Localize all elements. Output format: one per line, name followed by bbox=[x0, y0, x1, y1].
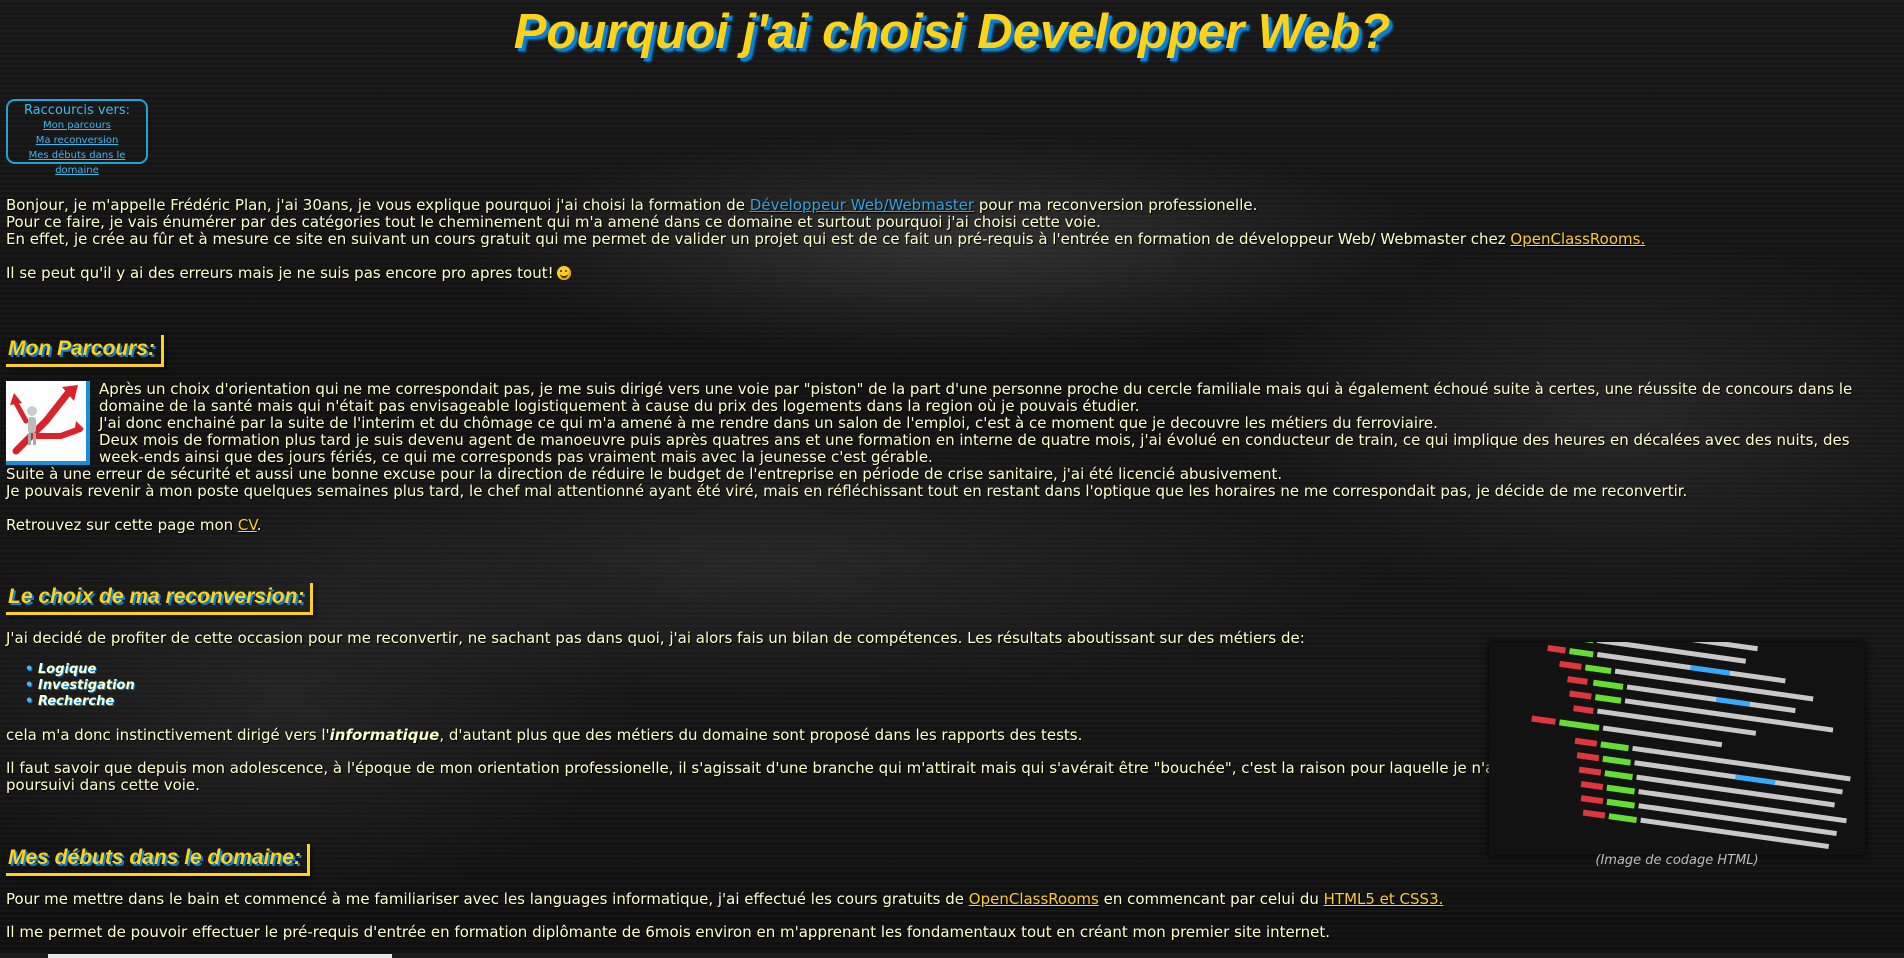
developpeur-web-link[interactable]: Développeur Web/Webmaster bbox=[750, 196, 974, 214]
debuts-paragraph-1: Pour me mettre dans le bain et commencé … bbox=[6, 890, 1444, 908]
reconversion-paragraph-3-line-1: Il faut savoir que depuis mon adolescenc… bbox=[6, 759, 1530, 777]
openclassrooms-link[interactable]: OpenClassRooms. bbox=[1510, 230, 1645, 248]
image-caption: (Image de codage HTML) bbox=[1595, 853, 1759, 868]
shortcut-link-debuts[interactable]: Mes débuts dans le domaine bbox=[8, 148, 146, 178]
reconversion-paragraph-2: cela m'a donc instinctivement dirigé ver… bbox=[6, 726, 1083, 744]
list-item: Recherche bbox=[25, 694, 135, 710]
career-choice-image bbox=[6, 381, 90, 465]
code-screen-illustration bbox=[1489, 642, 1865, 855]
parcours-paragraph-4: Suite à une erreur de sécurité et aussi … bbox=[6, 465, 1283, 483]
intro-line-2: Pour ce faire, je vais énumérer par des … bbox=[6, 213, 1101, 231]
page-title: Pourquoi j'ai choisi Developper Web? bbox=[513, 5, 1391, 59]
shortcut-link-parcours[interactable]: Mon parcours bbox=[8, 118, 146, 133]
cv-line: Retrouvez sur cette page mon CV. bbox=[6, 516, 262, 534]
shortcuts-box: Raccourcis vers: Mon parcours Ma reconve… bbox=[6, 99, 148, 176]
list-item: Investigation bbox=[25, 678, 135, 694]
section-heading-debuts: Mes débuts dans le domaine: bbox=[6, 844, 310, 876]
cv-link[interactable]: CV bbox=[238, 516, 257, 534]
parcours-paragraph-3: Deux mois de formation plus tard je suis… bbox=[99, 431, 1850, 466]
openclassrooms-course-link[interactable]: OpenClassRooms bbox=[969, 890, 1099, 908]
debuts-paragraph-2: Il me permet de pouvoir effectuer le pré… bbox=[6, 923, 1331, 941]
html-code-image bbox=[1489, 642, 1865, 855]
shortcuts-heading: Raccourcis vers: bbox=[23, 103, 131, 118]
skills-list: Logique Investigation Recherche bbox=[24, 662, 135, 710]
arrows-figure-icon bbox=[6, 381, 86, 461]
parcours-paragraph-1: Après un choix d'orientation qui ne me c… bbox=[99, 380, 1853, 415]
reconversion-paragraph-1: J'ai decidé de profiter de cette occasio… bbox=[6, 629, 1305, 647]
intro-note: Il se peut qu'il y ai des erreurs mais j… bbox=[6, 265, 571, 282]
parcours-paragraph-5: Je pouvais revenir à mon poste quelques … bbox=[6, 482, 1688, 500]
informatique-emphasis: informatique bbox=[329, 726, 440, 744]
parcours-paragraph-2: J'ai donc enchainé par la suite de l'int… bbox=[99, 414, 1438, 432]
html5-css3-link[interactable]: HTML5 et CSS3. bbox=[1324, 890, 1444, 908]
horizontal-scrollbar-thumb[interactable] bbox=[48, 954, 392, 958]
section-heading-reconversion: Le choix de ma reconversion: bbox=[6, 583, 314, 615]
intro-line-1: Bonjour, je m'appelle Frédéric Plan, j'a… bbox=[6, 196, 1258, 214]
reconversion-paragraph-3-line-2: poursuivi dans cette voie. bbox=[6, 776, 200, 794]
smiley-icon bbox=[556, 266, 571, 280]
shortcut-link-reconversion[interactable]: Ma reconversion bbox=[8, 133, 146, 148]
intro-line-3: En effet, je crée au fûr et à mesure ce … bbox=[6, 230, 1646, 248]
list-item: Logique bbox=[25, 662, 135, 678]
section-heading-parcours: Mon Parcours: bbox=[6, 335, 165, 367]
